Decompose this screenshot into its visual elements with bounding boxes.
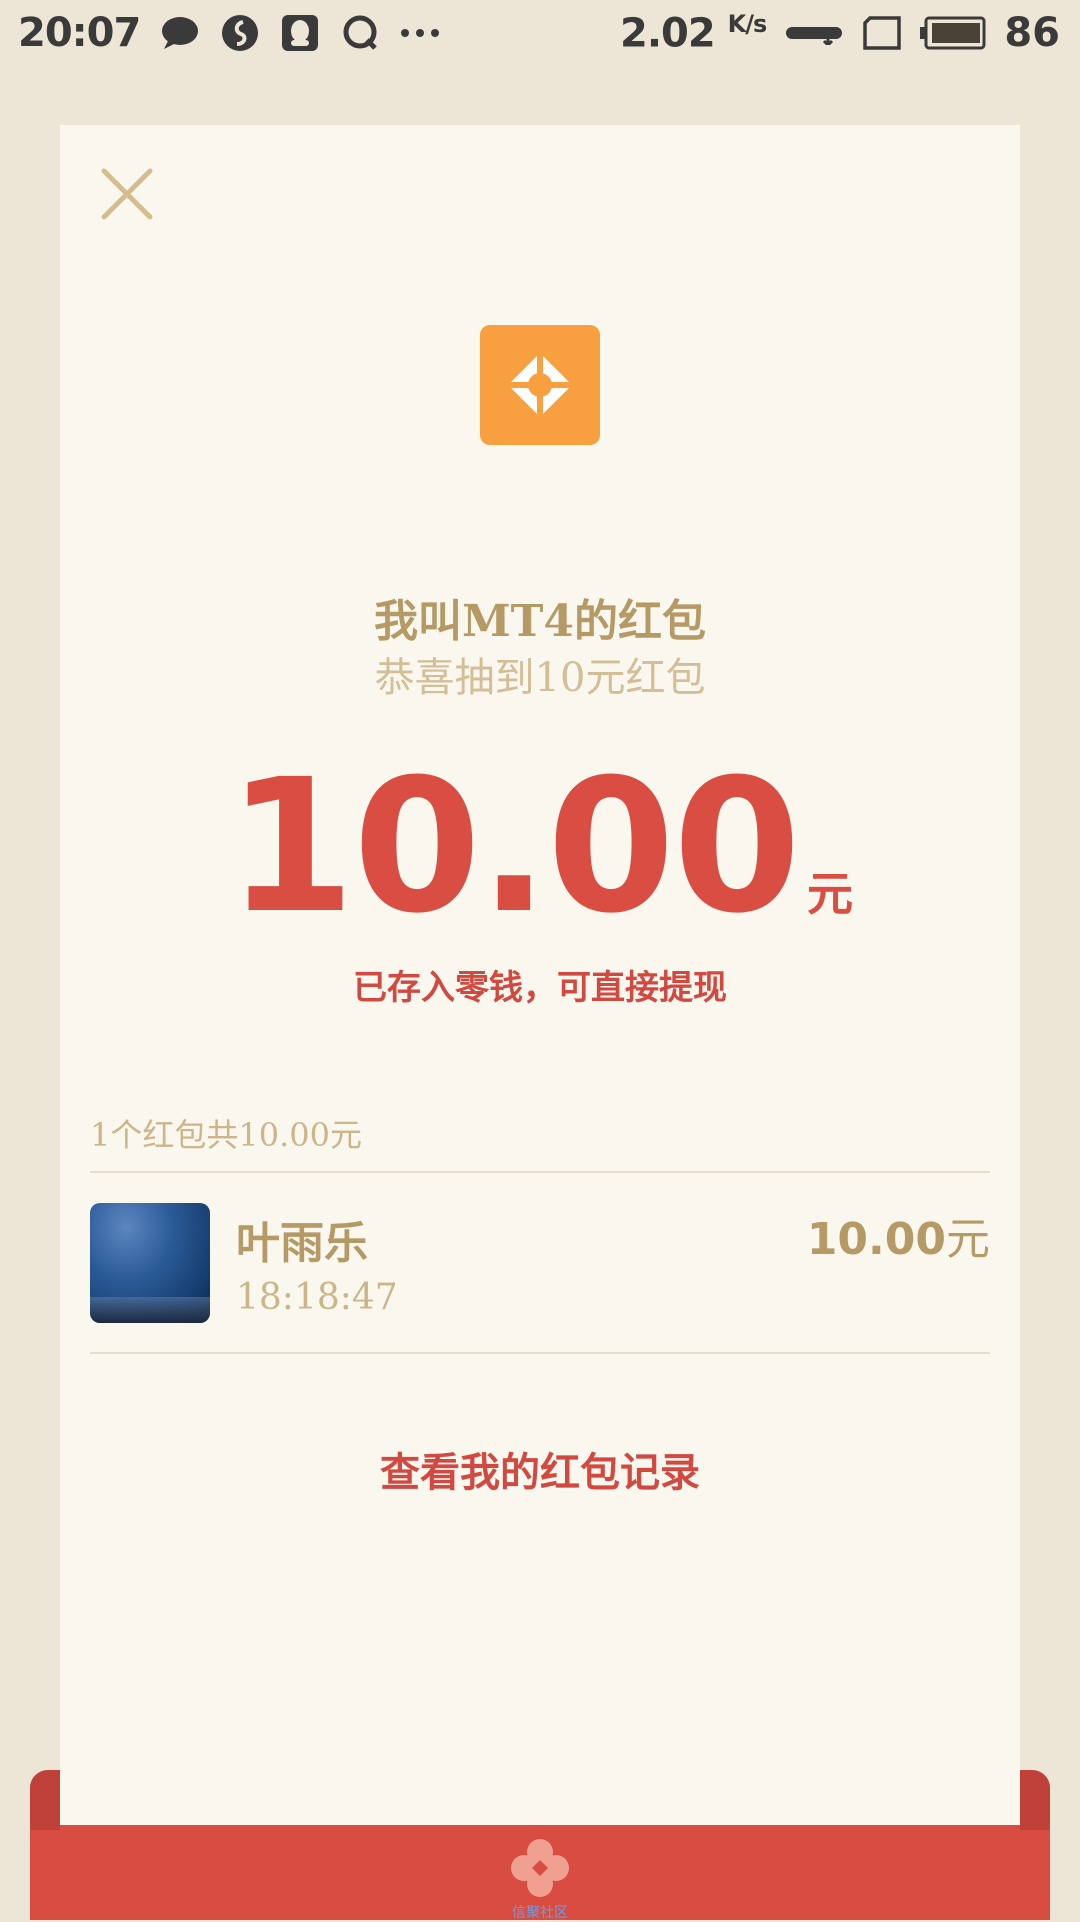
avatar xyxy=(90,1203,210,1323)
envelope-left-edge xyxy=(30,1770,60,1830)
app-s-icon xyxy=(220,13,260,53)
receive-time: 18:18:47 xyxy=(236,1277,398,1318)
deposit-note: 已存入零钱，可直接提现 xyxy=(353,968,727,1008)
close-button[interactable] xyxy=(98,165,156,223)
close-icon[interactable] xyxy=(98,165,156,223)
receiver-amount: 10.00元 xyxy=(806,1214,990,1265)
packet-summary: 1个红包共10.00元 xyxy=(90,1116,362,1154)
signal-icon xyxy=(784,13,844,53)
app-logo-icon xyxy=(505,350,575,420)
red-packet-detail-card: 我叫MT4的红包 恭喜抽到10元红包 10.00 元 已存入零钱，可直接提现 1个… xyxy=(60,125,1020,1825)
divider-bottom xyxy=(90,1352,990,1354)
receiver-row[interactable]: 叶雨乐 18:18:47 10.00元 xyxy=(90,1203,990,1325)
qq-icon xyxy=(280,13,320,53)
envelope-logo-icon xyxy=(511,1839,569,1897)
sim-icon xyxy=(862,13,902,53)
more-dots-icon xyxy=(400,13,440,53)
view-records-link[interactable]: 查看我的红包记录 xyxy=(60,1440,1020,1498)
battery-percent: 86 xyxy=(1004,10,1060,57)
envelope-caption: 信聚社区 xyxy=(512,1905,568,1921)
amount-display: 10.00 元 xyxy=(60,755,1020,939)
amount-value: 10.00 xyxy=(226,740,801,954)
divider-top xyxy=(90,1171,990,1173)
app-logo xyxy=(480,325,600,445)
status-bar: 20:07 2.02 K/s 86 xyxy=(0,0,1080,68)
packet-subtitle: 恭喜抽到10元红包 xyxy=(374,655,706,701)
battery-icon xyxy=(920,13,986,53)
envelope-right-edge xyxy=(1020,1770,1050,1830)
q-icon xyxy=(340,13,380,53)
network-speed: 2.02 K/s xyxy=(620,10,767,57)
card-zigzag-edge xyxy=(60,1810,1020,1822)
status-time: 20:07 xyxy=(18,10,141,56)
packet-title: 我叫MT4的红包 xyxy=(373,596,707,647)
receiver-name: 叶雨乐 xyxy=(236,1218,368,1269)
message-icon xyxy=(160,13,200,53)
amount-unit: 元 xyxy=(807,867,853,921)
